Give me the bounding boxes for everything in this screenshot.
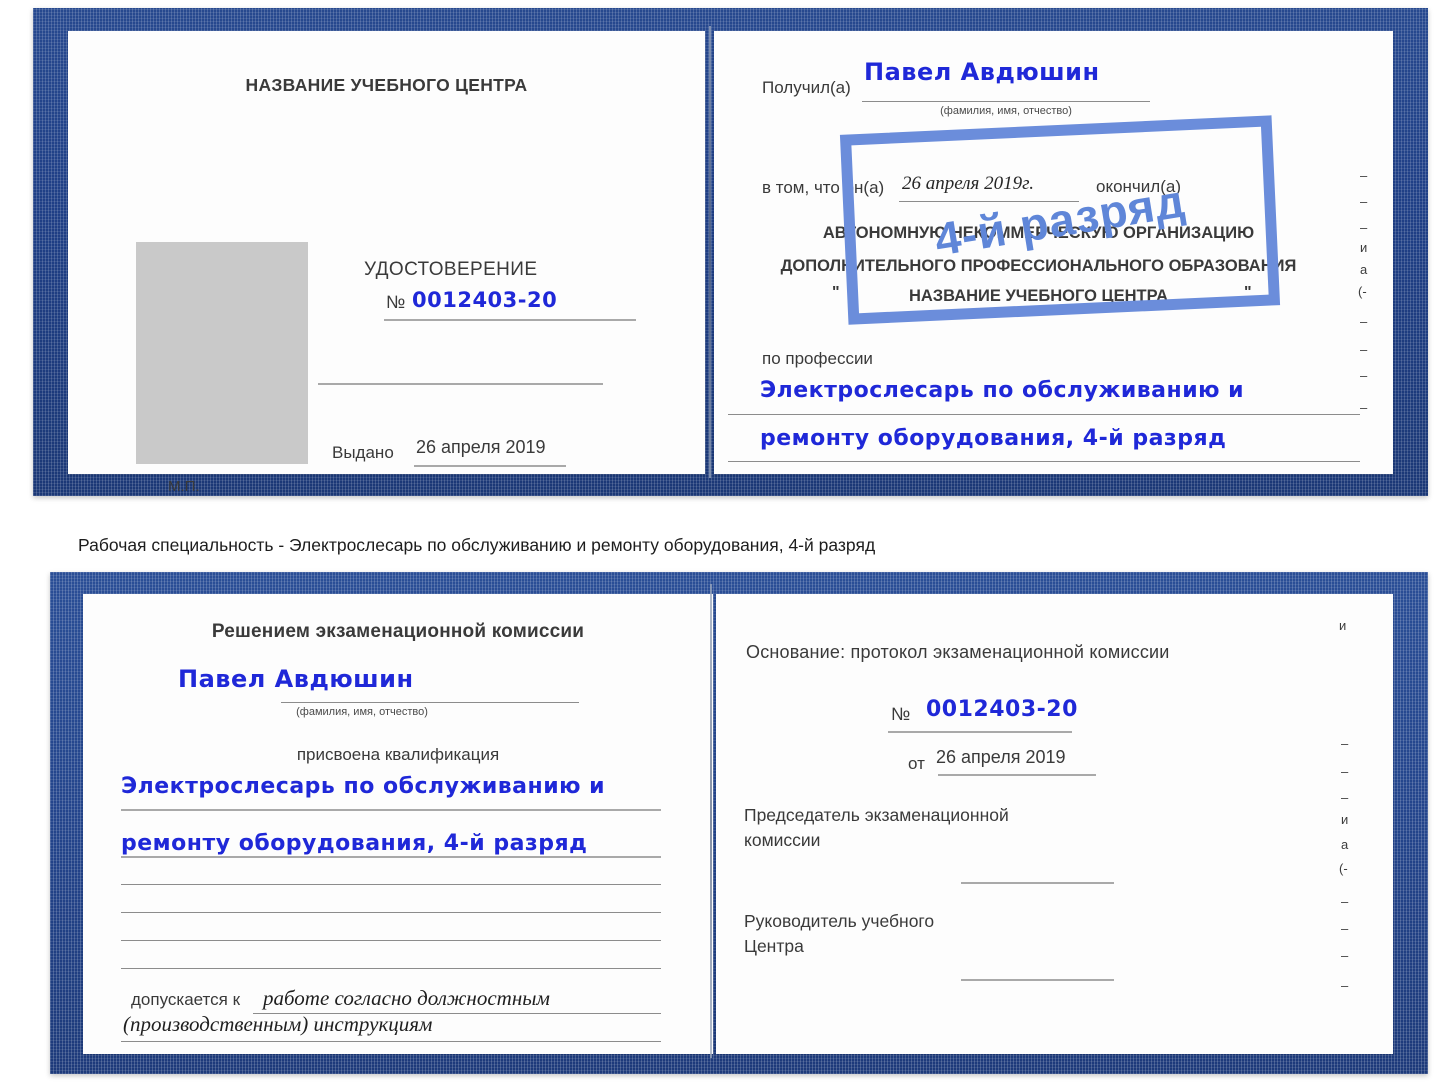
issued-date: 26 апреля 2019	[416, 437, 546, 457]
qualification-line-2: ремонту оборудования, 4-й разряд	[121, 831, 588, 856]
basis-label: Основание: протокол экзаменационной коми…	[746, 642, 1170, 662]
head-line-2: Центра	[744, 936, 804, 956]
holder-name: Павел Авдюшин	[178, 665, 414, 693]
edge-fragment: –	[1341, 921, 1349, 936]
edge-fragment: –	[1341, 894, 1349, 909]
edge-fragment: и	[1339, 618, 1347, 633]
edge-fragment: –	[1341, 948, 1349, 963]
head-line-1: Руководитель учебного	[744, 911, 935, 931]
protocol-number: 0012403-20	[926, 697, 1078, 722]
grade-stamp: 4-й разряд	[839, 115, 1281, 325]
qualification-label: присвоена квалификация	[296, 745, 500, 764]
name-rule	[281, 702, 579, 703]
profession-line-1: Электрослесарь по обслуживанию и	[760, 378, 1245, 403]
seal-label: М.П.	[168, 478, 200, 495]
top-right-page: Получил(а) Павел Авдюшин (фамилия, имя, …	[714, 31, 1393, 474]
edge-fragment: –	[1341, 790, 1349, 805]
protocol-number-symbol: №	[891, 704, 911, 724]
certificate-bottom-book: Решением экзаменационной комиссии Павел …	[50, 572, 1428, 1074]
spine-bottom	[710, 584, 712, 1058]
protocol-number-rule	[888, 731, 1072, 733]
edge-fragment: (-	[1358, 284, 1367, 299]
profession-rule-2	[728, 461, 1360, 462]
page-caption: Рабочая специальность - Электрослесарь п…	[78, 535, 876, 555]
edge-fragment: –	[1360, 194, 1368, 209]
qual-rule-1	[121, 809, 661, 811]
blank-rule-2	[121, 912, 661, 913]
profession-line-2: ремонту оборудования, 4-й разряд	[760, 426, 1227, 451]
edge-fragment: –	[1360, 220, 1368, 235]
from-label: от	[908, 754, 925, 773]
edge-fragment: –	[1360, 368, 1368, 383]
spine-top	[709, 26, 711, 478]
top-left-page: НАЗВАНИЕ УЧЕБНОГО ЦЕНТРА УДОСТОВЕРЕНИЕ №…	[68, 31, 705, 495]
certificate-top-book: НАЗВАНИЕ УЧЕБНОГО ЦЕНТРА УДОСТОВЕРЕНИЕ №…	[33, 8, 1428, 496]
bottom-left-page: Решением экзаменационной комиссии Павел …	[83, 594, 713, 1054]
certificate-number: 0012403-20	[412, 288, 558, 312]
admitted-rule-2	[121, 1041, 661, 1042]
edge-fragment: –	[1360, 168, 1368, 183]
chairman-signature-rule	[961, 882, 1114, 884]
blank-rule-1	[121, 884, 661, 885]
blank-rule	[318, 383, 603, 385]
head-signature-rule	[961, 979, 1114, 981]
issued-label: Выдано	[332, 443, 394, 462]
qualification-line-1: Электрослесарь по обслуживанию и	[121, 774, 606, 799]
certificate-title: УДОСТОВЕРЕНИЕ	[364, 259, 538, 280]
photo-placeholder	[136, 242, 308, 464]
number-rule	[384, 319, 636, 321]
edge-fragment: (-	[1339, 861, 1348, 876]
issued-rule	[414, 465, 566, 467]
edge-fragment: –	[1341, 978, 1349, 993]
edge-fragment: –	[1341, 736, 1349, 751]
received-rule	[862, 101, 1150, 102]
received-name: Павел Авдюшин	[864, 58, 1100, 86]
chairman-line-1: Председатель экзаменационной	[744, 805, 1009, 825]
training-center-header: НАЗВАНИЕ УЧЕБНОГО ЦЕНТРА	[245, 75, 528, 95]
edge-fragment: –	[1341, 764, 1349, 779]
edge-fragment: –	[1360, 314, 1368, 329]
qual-rule-2	[121, 856, 661, 858]
received-label: Получил(а)	[762, 78, 851, 97]
edge-fragment: –	[1360, 342, 1368, 357]
admitted-value-line-1: работе согласно должностным	[263, 986, 550, 1010]
profession-rule-1	[728, 414, 1360, 415]
fio-hint: (фамилия, имя, отчество)	[940, 105, 1072, 117]
fio-hint: (фамилия, имя, отчество)	[296, 706, 428, 718]
edge-fragment: а	[1360, 262, 1368, 277]
profession-label: по профессии	[762, 349, 873, 368]
from-date: 26 апреля 2019	[936, 747, 1066, 767]
grade-stamp-label: 4-й разряд	[931, 174, 1189, 266]
bottom-right-page: Основание: протокол экзаменационной коми…	[716, 594, 1393, 1054]
edge-fragment: и	[1341, 812, 1349, 827]
edge-fragment: и	[1360, 240, 1368, 255]
number-symbol: №	[386, 292, 406, 312]
edge-fragment: а	[1341, 837, 1349, 852]
commission-header: Решением экзаменационной комиссии	[211, 621, 585, 642]
blank-rule-4	[121, 968, 661, 969]
edge-fragment: –	[1360, 400, 1368, 415]
blank-rule-3	[121, 940, 661, 941]
from-date-rule	[938, 774, 1096, 776]
admitted-label: допускается к	[131, 990, 241, 1009]
admitted-value-line-2: (производственным) инструкциям	[123, 1012, 433, 1036]
chairman-line-2: комиссии	[744, 830, 821, 850]
